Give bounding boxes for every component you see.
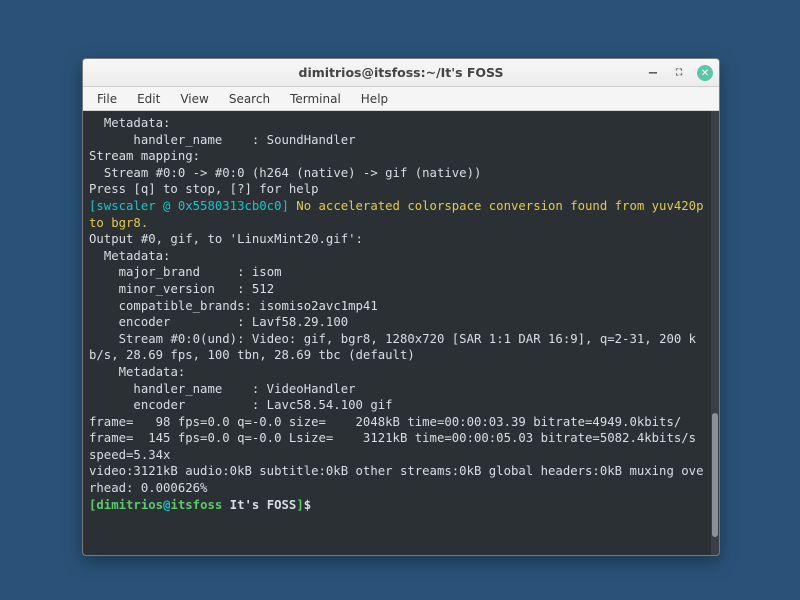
swscaler-tag: [swscaler @ 0x5580313cb0c0]	[89, 199, 296, 213]
prompt-bracket-close: ]	[296, 498, 303, 512]
output-line: Metadata:	[89, 364, 705, 381]
output-line: minor_version : 512	[89, 281, 705, 298]
output-line: frame= 98 fps=0.0 q=-0.0 size= 2048kB ti…	[89, 414, 705, 431]
output-line: encoder : Lavf58.29.100	[89, 314, 705, 331]
prompt-dollar: $	[304, 498, 311, 512]
prompt-dir: It's FOSS	[230, 498, 297, 512]
output-line: compatible_brands: isomiso2avc1mp41	[89, 298, 705, 315]
prompt-host: itsfoss	[170, 498, 222, 512]
menu-edit[interactable]: Edit	[129, 90, 168, 108]
menu-search[interactable]: Search	[221, 90, 278, 108]
terminal-area: Metadata: handler_name : SoundHandlerStr…	[83, 111, 719, 555]
terminal[interactable]: Metadata: handler_name : SoundHandlerStr…	[83, 111, 711, 555]
menu-terminal[interactable]: Terminal	[282, 90, 349, 108]
output-line: Stream mapping:	[89, 148, 705, 165]
output-line: Stream #0:0(und): Video: gif, bgr8, 1280…	[89, 331, 705, 364]
output-line: encoder : Lavc58.54.100 gif	[89, 397, 705, 414]
output-line: [swscaler @ 0x5580313cb0c0] No accelerat…	[89, 198, 705, 231]
prompt-line: [dimitrios@itsfoss It's FOSS]$	[89, 497, 705, 514]
output-line: Metadata:	[89, 248, 705, 265]
menu-view[interactable]: View	[172, 90, 216, 108]
menubar: File Edit View Search Terminal Help	[83, 87, 719, 111]
output-line: major_brand : isom	[89, 264, 705, 281]
scrollbar-thumb[interactable]	[712, 413, 718, 537]
prompt-user: dimitrios	[96, 498, 163, 512]
output-line: video:3121kB audio:0kB subtitle:0kB othe…	[89, 463, 705, 496]
scrollbar[interactable]	[711, 111, 719, 555]
titlebar: dimitrios@itsfoss:~/It's FOSS − ⛶ ✕	[83, 59, 719, 87]
close-button[interactable]: ✕	[697, 65, 713, 81]
minimize-button[interactable]: −	[645, 65, 661, 81]
output-line: Press [q] to stop, [?] for help	[89, 181, 705, 198]
menu-help[interactable]: Help	[353, 90, 396, 108]
window-title: dimitrios@itsfoss:~/It's FOSS	[299, 65, 504, 80]
close-icon: ✕	[701, 68, 709, 79]
maximize-icon: ⛶	[676, 68, 682, 78]
output-line: handler_name : SoundHandler	[89, 132, 705, 149]
prompt-sp	[222, 498, 229, 512]
window-controls: − ⛶ ✕	[645, 59, 713, 87]
menu-file[interactable]: File	[89, 90, 125, 108]
terminal-window: dimitrios@itsfoss:~/It's FOSS − ⛶ ✕ File…	[82, 58, 720, 556]
minimize-icon: −	[648, 66, 659, 81]
output-line: frame= 145 fps=0.0 q=-0.0 Lsize= 3121kB …	[89, 430, 705, 463]
output-line: Stream #0:0 -> #0:0 (h264 (native) -> gi…	[89, 165, 705, 182]
output-line: Output #0, gif, to 'LinuxMint20.gif':	[89, 231, 705, 248]
output-line: Metadata:	[89, 115, 705, 132]
output-line: handler_name : VideoHandler	[89, 381, 705, 398]
maximize-button[interactable]: ⛶	[671, 65, 687, 81]
